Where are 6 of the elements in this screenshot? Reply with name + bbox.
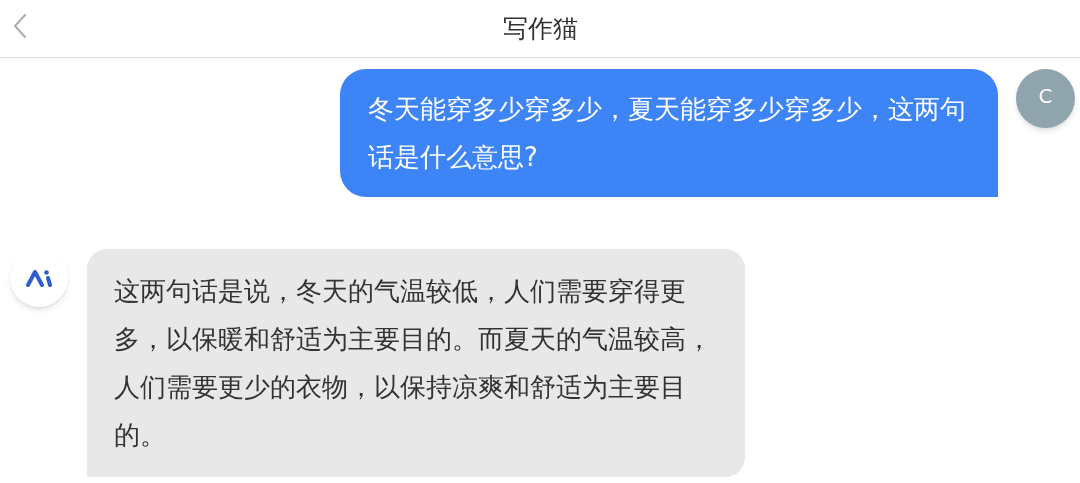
message-bubble: 这两句话是说，冬天的气温较低，人们需要穿得更多，以保暖和舒适为主要目的。而夏天的气温较高，人们需要更少的衣物，以保持凉爽和舒适为主要目的。 xyxy=(87,249,745,477)
assistant-avatar[interactable] xyxy=(10,249,68,307)
user-avatar[interactable]: C xyxy=(1016,69,1075,128)
window-title: 写作猫 xyxy=(502,12,578,45)
logo-icon xyxy=(25,269,53,287)
message-bubble: 冬天能穿多少穿多少，夏天能穿多少穿多少，这两句话是什么意思? xyxy=(340,69,998,197)
